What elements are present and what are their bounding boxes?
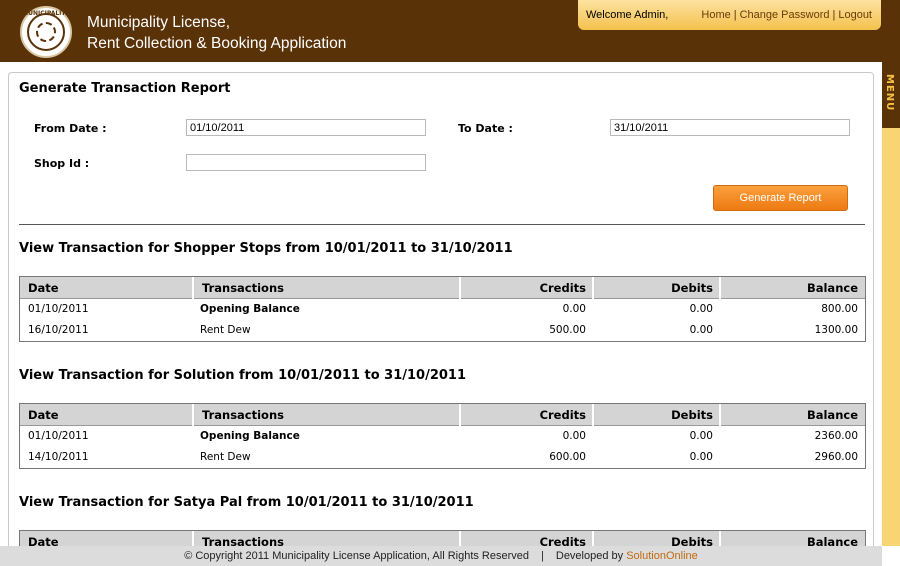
- table-row: 01/10/2011 Opening Balance 0.00 0.00 236…: [20, 426, 865, 447]
- to-date-input[interactable]: [610, 119, 850, 136]
- user-links: Home | Change Password | Logout: [701, 9, 872, 21]
- seal-emblem: [36, 22, 56, 42]
- municipality-seal-logo: MUNICIPALITY: [20, 6, 72, 58]
- from-date-label: From Date :: [34, 122, 107, 135]
- menu-tab[interactable]: MENU: [882, 62, 900, 128]
- col-balance-header: Balance: [719, 277, 866, 299]
- form-divider: [19, 224, 865, 225]
- table-row: 14/10/2011 Rent Dew 600.00 0.00 2960.00: [20, 447, 865, 468]
- developed-by-text: Developed by: [555, 550, 624, 562]
- table-row: 16/10/2011 Rent Dew 500.00 0.00 1300.00: [20, 320, 865, 341]
- welcome-text: Welcome Admin,: [586, 9, 669, 21]
- page-title: Generate Transaction Report: [19, 81, 231, 96]
- col-debits-header: Debits: [592, 404, 719, 426]
- cell-transaction: Rent Dew: [200, 324, 251, 336]
- cell-transaction: Opening Balance: [200, 430, 300, 442]
- from-date-input[interactable]: [186, 119, 426, 136]
- cell-date: 14/10/2011: [28, 451, 89, 463]
- generate-report-button[interactable]: Generate Report: [713, 185, 848, 211]
- cell-debits: 0.00: [689, 303, 713, 315]
- seal-text: MUNICIPALITY: [22, 10, 70, 17]
- link-separator: |: [733, 9, 737, 21]
- cell-date: 01/10/2011: [28, 430, 89, 442]
- cell-debits: 0.00: [689, 451, 713, 463]
- cell-balance: 1300.00: [814, 324, 858, 336]
- menu-strip: [882, 62, 900, 546]
- change-password-link[interactable]: Change Password: [740, 9, 830, 21]
- col-transactions-header: Transactions: [192, 404, 459, 426]
- cell-credits: 600.00: [549, 451, 586, 463]
- table-row: 01/10/2011 Opening Balance 0.00 0.00 800…: [20, 299, 865, 320]
- cell-balance: 2960.00: [814, 451, 858, 463]
- col-date-header: Date: [28, 281, 59, 295]
- logout-link[interactable]: Logout: [838, 9, 872, 21]
- transaction-table-solution: Date Transactions Credits Debits Balance…: [19, 403, 866, 469]
- transaction-table-shopper-stops: Date Transactions Credits Debits Balance…: [19, 276, 866, 342]
- cell-credits: 0.00: [562, 303, 586, 315]
- to-date-label: To Date :: [458, 122, 513, 135]
- app-title: Municipality License, Rent Collection & …: [87, 12, 346, 54]
- user-bar: Welcome Admin, Home | Change Password | Logo…: [578, 0, 881, 30]
- report-title-solution: View Transaction for Solution from 10/01…: [19, 368, 467, 383]
- col-credits-header: Credits: [459, 404, 592, 426]
- content-panel: Generate Transaction Report From Date : …: [8, 72, 874, 562]
- cell-balance: 2360.00: [814, 430, 858, 442]
- shop-id-input[interactable]: [186, 154, 426, 171]
- cell-transaction: Opening Balance: [200, 303, 300, 315]
- col-balance-header: Balance: [719, 404, 866, 426]
- app-header: MUNICIPALITY Municipality License, Rent …: [0, 0, 900, 62]
- col-credits-header: Credits: [459, 277, 592, 299]
- home-link[interactable]: Home: [701, 9, 730, 21]
- copyright-text: © Copyright 2011 Municipality License Ap…: [184, 550, 530, 562]
- report-title-satya-pal: View Transaction for Satya Pal from 10/0…: [19, 495, 474, 510]
- cell-balance: 800.00: [821, 303, 858, 315]
- col-debits-header: Debits: [592, 277, 719, 299]
- cell-date: 01/10/2011: [28, 303, 89, 315]
- report-title-shopper-stops: View Transaction for Shopper Stops from …: [19, 241, 513, 256]
- cell-date: 16/10/2011: [28, 324, 89, 336]
- cell-credits: 500.00: [549, 324, 586, 336]
- shop-id-label: Shop Id :: [34, 157, 90, 170]
- developer-brand-link[interactable]: SolutionOnline: [626, 550, 698, 562]
- table-header: Date Transactions Credits Debits Balance: [20, 277, 865, 299]
- cell-transaction: Rent Dew: [200, 451, 251, 463]
- page-footer: © Copyright 2011 Municipality License Ap…: [0, 546, 882, 566]
- footer-separator: |: [541, 550, 544, 562]
- cell-credits: 0.00: [562, 430, 586, 442]
- menu-tab-label: MENU: [884, 74, 895, 112]
- cell-debits: 0.00: [689, 430, 713, 442]
- col-transactions-header: Transactions: [192, 277, 459, 299]
- app-title-line2: Rent Collection & Booking Application: [87, 35, 347, 52]
- app-title-line1: Municipality License,: [87, 14, 231, 31]
- table-header: Date Transactions Credits Debits Balance: [20, 404, 865, 426]
- col-date-header: Date: [28, 408, 59, 422]
- cell-debits: 0.00: [689, 324, 713, 336]
- link-separator: |: [832, 9, 836, 21]
